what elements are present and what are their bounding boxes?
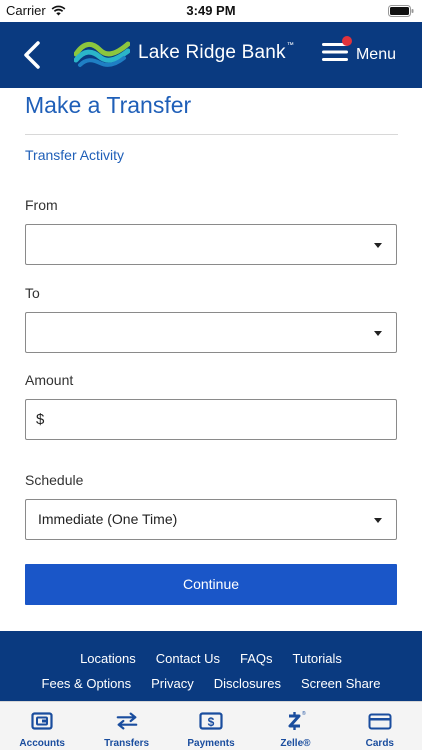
trademark-mark: ™ [286,42,294,49]
credit-card-icon [368,710,392,732]
transfer-activity-link[interactable]: Transfer Activity [25,147,124,163]
tab-label: Payments [187,738,235,749]
tab-label: Accounts [19,738,65,749]
dollar-bill-icon: $ [199,710,223,732]
to-label: To [25,285,40,301]
footer-link-faqs[interactable]: FAQs [240,651,273,666]
title-divider [25,134,398,135]
amount-label: Amount [25,372,74,388]
footer-link-contact-us[interactable]: Contact Us [156,651,220,666]
lake-ridge-logo-icon [74,41,130,67]
menu-label: Menu [355,45,396,63]
schedule-select[interactable]: Immediate (One Time) [25,499,397,540]
battery-icon [388,5,414,17]
from-label: From [25,197,58,213]
schedule-selected-value: Immediate (One Time) [38,511,178,527]
amount-field[interactable]: $ [25,399,397,440]
brand-name: Lake Ridge Bank™ [138,42,294,63]
to-account-select[interactable] [25,312,397,353]
footer-row-secondary: Fees & Options Privacy Disclosures Scree… [0,676,422,691]
svg-text:®: ® [302,710,306,717]
amount-input[interactable] [52,406,382,434]
footer-link-fees-options[interactable]: Fees & Options [42,676,132,691]
continue-button[interactable]: Continue [25,564,397,605]
zelle-icon: ® [283,710,307,732]
notification-dot [341,36,352,46]
chevron-left-icon [24,41,40,69]
dropdown-caret-icon [374,518,382,523]
tab-payments[interactable]: $ Payments [169,702,253,750]
from-account-select[interactable] [25,224,397,265]
wallet-icon [30,710,54,732]
currency-symbol: $ [36,411,45,428]
tab-label: Cards [365,738,394,749]
back-button[interactable] [18,38,48,72]
tab-cards[interactable]: Cards [338,702,422,750]
footer-link-screen-share[interactable]: Screen Share [301,676,381,691]
schedule-label: Schedule [25,472,84,488]
bottom-tab-bar: Accounts Transfers $ Payments ® Zelle® C… [0,701,422,750]
footer-link-disclosures[interactable]: Disclosures [214,676,281,691]
page-title: Make a Transfer [25,92,192,118]
status-bar: Carrier 3:49 PM [0,0,422,22]
tab-label: Transfers [104,738,150,749]
footer-link-privacy[interactable]: Privacy [151,676,194,691]
dropdown-caret-icon [374,243,382,248]
tab-label: Zelle® [280,738,311,749]
dropdown-caret-icon [374,331,382,336]
tab-transfers[interactable]: Transfers [84,702,168,750]
footer-link-tutorials[interactable]: Tutorials [293,651,342,666]
menu-button[interactable]: Menu [321,36,396,67]
tab-zelle[interactable]: ® Zelle® [253,702,337,750]
footer-row-primary: Locations Contact Us FAQs Tutorials [0,651,422,666]
app-header: Lake Ridge Bank™ Menu [0,22,422,88]
svg-text:$: $ [208,715,215,729]
bank-logo[interactable]: Lake Ridge Bank™ [74,34,294,72]
transfer-arrows-icon [115,710,139,732]
footer-links: Locations Contact Us FAQs Tutorials Fees… [0,631,422,701]
menu-icon-wrap [321,36,352,67]
tab-accounts[interactable]: Accounts [0,702,84,750]
footer-link-locations[interactable]: Locations [80,651,136,666]
status-time: 3:49 PM [186,3,236,18]
